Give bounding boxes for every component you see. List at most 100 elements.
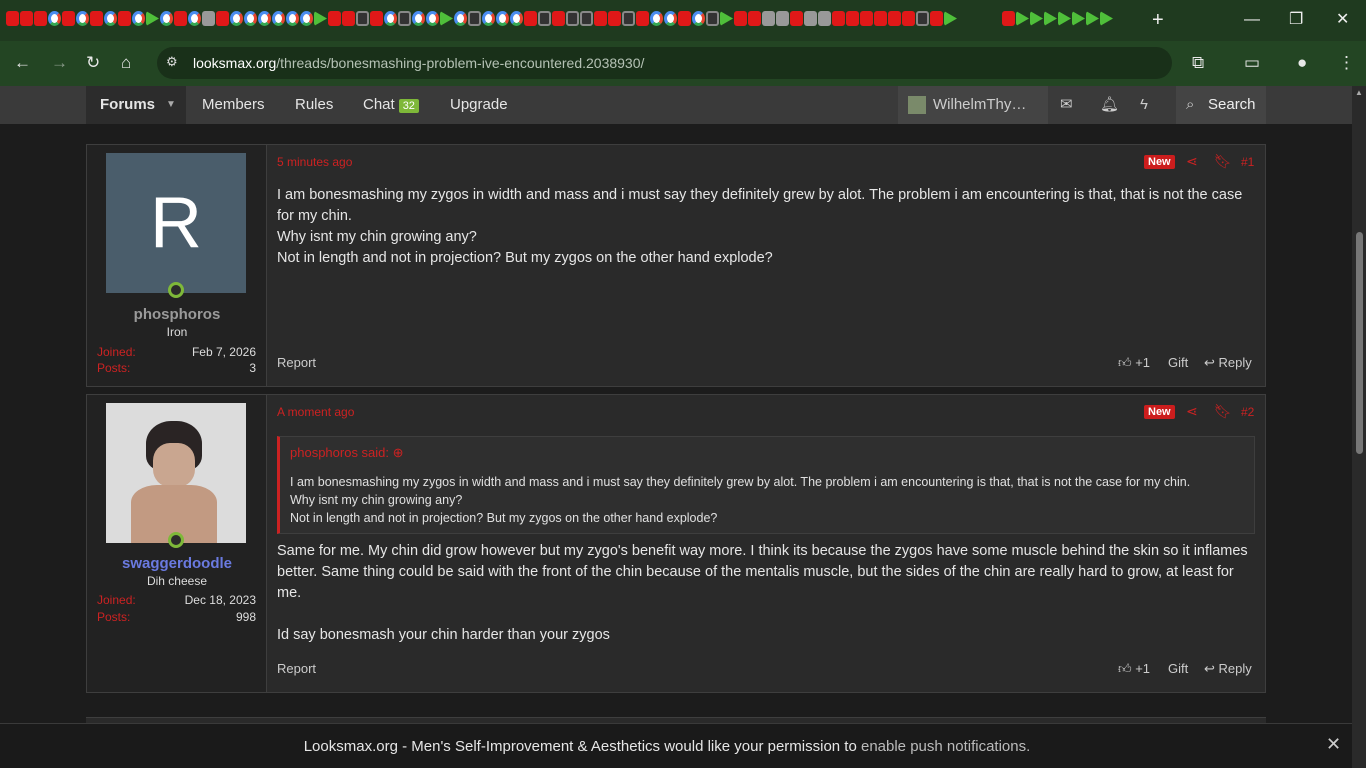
reply-button[interactable]: ↩ Reply bbox=[1204, 661, 1252, 677]
play-icon[interactable] bbox=[1072, 11, 1085, 26]
youtube-icon[interactable] bbox=[34, 11, 47, 26]
site-icon[interactable] bbox=[398, 11, 411, 26]
youtube-icon[interactable] bbox=[370, 11, 383, 26]
tab-favicons[interactable] bbox=[6, 11, 957, 29]
google-icon[interactable] bbox=[384, 11, 397, 26]
play-icon[interactable] bbox=[1044, 11, 1057, 26]
play-icon[interactable] bbox=[1086, 11, 1099, 26]
tab-members[interactable]: Members bbox=[202, 86, 265, 124]
quote-header[interactable]: phosphoros said: ⊕ bbox=[290, 445, 404, 461]
scrollbar-thumb[interactable] bbox=[1356, 232, 1363, 454]
site-icon[interactable] bbox=[622, 11, 635, 26]
post-number[interactable]: #2 bbox=[1241, 405, 1254, 419]
menu-icon[interactable]: ⋮ bbox=[1338, 53, 1355, 73]
bookmark-icon[interactable]: 🔖︎ bbox=[1214, 153, 1232, 170]
tab-chat[interactable]: Chat 32 bbox=[363, 86, 419, 124]
youtube-icon[interactable] bbox=[62, 11, 75, 26]
share-icon[interactable]: ⋖ bbox=[1186, 153, 1198, 170]
search-button[interactable]: ⌕ Search bbox=[1176, 86, 1266, 124]
report-link[interactable]: Report bbox=[277, 661, 316, 676]
avatar[interactable]: R bbox=[106, 153, 246, 293]
youtube-icon[interactable] bbox=[888, 11, 901, 26]
gift-button[interactable]: Gift bbox=[1168, 355, 1188, 370]
back-icon[interactable]: ← bbox=[14, 53, 31, 73]
google-icon[interactable] bbox=[76, 11, 89, 26]
youtube-icon[interactable] bbox=[328, 11, 341, 26]
youtube-icon[interactable] bbox=[342, 11, 355, 26]
google-icon[interactable] bbox=[272, 11, 285, 26]
play-icon[interactable] bbox=[944, 11, 957, 26]
username[interactable]: swaggerdoodle bbox=[87, 555, 267, 572]
extensions-icon[interactable]: ⧉ bbox=[1192, 53, 1204, 73]
site-icon[interactable] bbox=[916, 11, 929, 26]
url-text[interactable]: looksmax.org/threads/bonesmashing-proble… bbox=[193, 55, 644, 71]
play-icon[interactable] bbox=[314, 11, 327, 26]
google-icon[interactable] bbox=[692, 11, 705, 26]
tab-rules[interactable]: Rules bbox=[295, 86, 333, 124]
inbox-icon[interactable]: ✉ bbox=[1060, 86, 1073, 124]
bank-icon[interactable] bbox=[804, 11, 817, 26]
gift-button[interactable]: Gift bbox=[1168, 661, 1188, 676]
page-scrollbar[interactable]: ▲ bbox=[1352, 86, 1366, 768]
google-icon[interactable] bbox=[160, 11, 173, 26]
whats-new-icon[interactable]: ϟ bbox=[1140, 86, 1148, 124]
youtube-icon[interactable] bbox=[216, 11, 229, 26]
bank-icon[interactable] bbox=[202, 11, 215, 26]
minimize-button[interactable]: — bbox=[1244, 11, 1260, 29]
google-icon[interactable] bbox=[454, 11, 467, 26]
youtube-icon[interactable] bbox=[832, 11, 845, 26]
pinterest-icon[interactable] bbox=[930, 11, 943, 26]
tab-forums[interactable]: Forums ▼ bbox=[86, 86, 186, 124]
google-icon[interactable] bbox=[412, 11, 425, 26]
scroll-up-icon[interactable]: ▲ bbox=[1355, 88, 1363, 97]
youtube-icon[interactable] bbox=[874, 11, 887, 26]
bank-icon[interactable] bbox=[818, 11, 831, 26]
tab-favicons-right[interactable] bbox=[1002, 11, 1113, 26]
youtube-icon[interactable] bbox=[90, 11, 103, 26]
reading-mode-icon[interactable]: ▭ bbox=[1244, 53, 1260, 73]
post-number[interactable]: #1 bbox=[1241, 155, 1254, 169]
alerts-bell-icon[interactable]: 🔔︎ bbox=[1100, 86, 1119, 124]
home-icon[interactable]: ⌂ bbox=[121, 53, 131, 73]
youtube-icon[interactable] bbox=[860, 11, 873, 26]
google-icon[interactable] bbox=[48, 11, 61, 26]
google-icon[interactable] bbox=[230, 11, 243, 26]
google-icon[interactable] bbox=[244, 11, 257, 26]
site-icon[interactable] bbox=[706, 11, 719, 26]
play-icon[interactable] bbox=[1058, 11, 1071, 26]
avatar[interactable] bbox=[106, 403, 246, 543]
youtube-icon[interactable] bbox=[594, 11, 607, 26]
site-icon[interactable] bbox=[580, 11, 593, 26]
maximize-button[interactable]: ❐ bbox=[1289, 11, 1303, 29]
google-icon[interactable] bbox=[482, 11, 495, 26]
like-button[interactable]: 👍︎ +1 bbox=[1118, 661, 1150, 677]
site-info-icon[interactable]: ⚙ bbox=[166, 54, 178, 70]
bookmark-icon[interactable]: 🔖︎ bbox=[1214, 403, 1232, 420]
google-icon[interactable] bbox=[426, 11, 439, 26]
close-icon[interactable]: ✕ bbox=[1326, 734, 1341, 755]
google-icon[interactable] bbox=[664, 11, 677, 26]
play-icon[interactable] bbox=[440, 11, 453, 26]
reply-button[interactable]: ↩ Reply bbox=[1204, 355, 1252, 371]
play-icon[interactable] bbox=[1030, 11, 1043, 26]
youtube-icon[interactable] bbox=[524, 11, 537, 26]
report-link[interactable]: Report bbox=[277, 355, 316, 370]
profile-avatar[interactable]: ● bbox=[1297, 53, 1307, 73]
play-icon[interactable] bbox=[146, 11, 159, 26]
youtube-icon[interactable] bbox=[552, 11, 565, 26]
youtube-icon[interactable] bbox=[118, 11, 131, 26]
enable-notifications-link[interactable]: enable push notifications. bbox=[861, 738, 1030, 755]
youtube-icon[interactable] bbox=[608, 11, 621, 26]
like-button[interactable]: 👍︎ +1 bbox=[1118, 355, 1150, 371]
google-icon[interactable] bbox=[132, 11, 145, 26]
tab-upgrade[interactable]: Upgrade bbox=[450, 86, 508, 124]
bank-icon[interactable] bbox=[776, 11, 789, 26]
post-time[interactable]: 5 minutes ago bbox=[277, 155, 352, 169]
google-icon[interactable] bbox=[104, 11, 117, 26]
youtube-icon[interactable] bbox=[902, 11, 915, 26]
youtube-icon[interactable] bbox=[174, 11, 187, 26]
new-tab-button[interactable]: + bbox=[1152, 10, 1164, 30]
youtube-icon[interactable] bbox=[846, 11, 859, 26]
site-icon[interactable] bbox=[538, 11, 551, 26]
site-icon[interactable] bbox=[468, 11, 481, 26]
